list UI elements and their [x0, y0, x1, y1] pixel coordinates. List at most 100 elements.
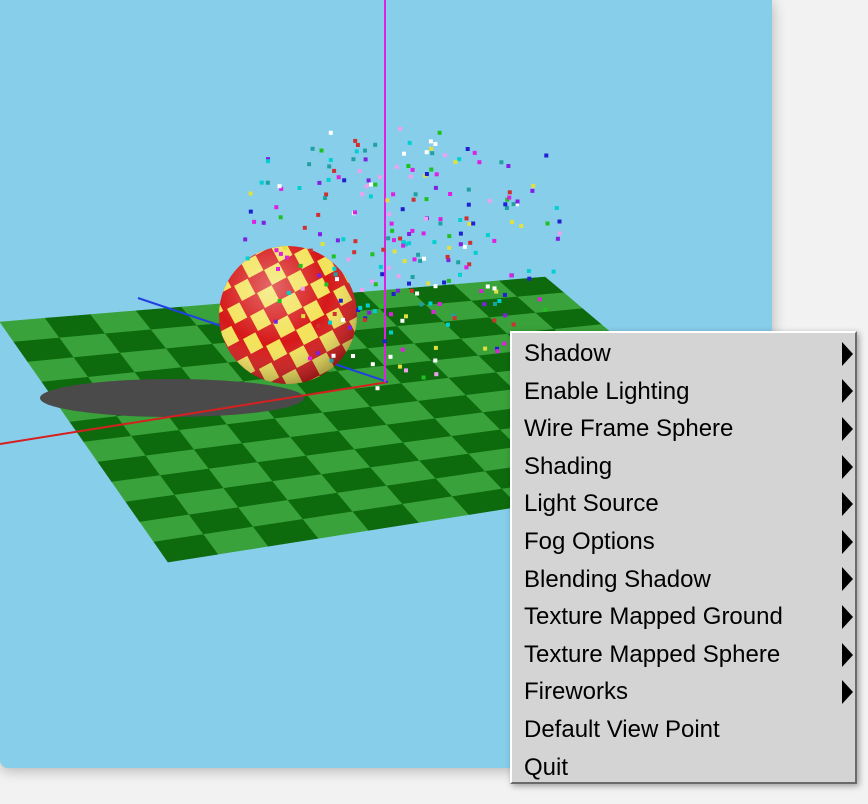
- firework-particle: [315, 351, 320, 356]
- firework-particle: [357, 169, 362, 174]
- firework-particle: [329, 358, 334, 363]
- firework-particle: [380, 272, 385, 277]
- menu-item-label: Shadow: [524, 340, 611, 367]
- firework-particle: [341, 237, 346, 242]
- firework-particle: [387, 212, 392, 217]
- menu-item-shadow[interactable]: Shadow: [512, 335, 855, 373]
- firework-particle: [274, 205, 279, 210]
- firework-particle: [483, 346, 488, 351]
- menu-item-label: Quit: [524, 753, 569, 781]
- firework-particle: [286, 290, 291, 295]
- firework-particle: [351, 354, 355, 358]
- firework-particle: [531, 183, 536, 188]
- firework-particle: [507, 195, 512, 200]
- firework-particle: [353, 210, 357, 215]
- firework-particle: [277, 184, 282, 189]
- menu-item-blending-shadow[interactable]: Blending Shadow: [512, 561, 855, 599]
- firework-particle: [411, 197, 416, 202]
- screen: Shadow Enable Lighting Wire Frame Sphere Sh…: [0, 0, 868, 804]
- menu-item-light-source[interactable]: Light Source: [512, 485, 855, 523]
- firework-particle: [434, 372, 439, 377]
- firework-particle: [398, 364, 402, 369]
- sphere-checker-cell: [219, 248, 240, 271]
- firework-particle: [274, 248, 279, 253]
- firework-particle: [421, 231, 426, 236]
- firework-particle: [388, 354, 393, 359]
- firework-particle: [426, 281, 431, 286]
- firework-particle: [492, 286, 497, 291]
- firework-particle: [511, 202, 516, 207]
- firework-particle: [458, 272, 462, 277]
- firework-particle: [365, 303, 370, 308]
- firework-particle: [398, 126, 403, 131]
- firework-particle: [445, 322, 450, 327]
- firework-particle: [447, 234, 452, 239]
- firework-particle: [458, 218, 463, 222]
- firework-particle: [407, 281, 411, 286]
- firework-particle: [364, 184, 369, 189]
- firework-particle: [391, 192, 396, 197]
- firework-particle: [428, 139, 433, 144]
- firework-particle: [261, 220, 266, 225]
- firework-particle: [341, 317, 345, 322]
- menu-item-label: Default View Point: [524, 715, 720, 743]
- firework-particle: [477, 160, 482, 165]
- firework-particle: [245, 256, 250, 261]
- firework-particle: [332, 312, 337, 316]
- menu-item-default-view-point[interactable]: Default View Point: [512, 711, 855, 749]
- firework-particle: [331, 353, 336, 358]
- firework-particle: [335, 277, 339, 282]
- submenu-arrow-icon: [842, 492, 853, 517]
- firework-particle: [437, 130, 442, 135]
- firework-particle: [465, 147, 470, 151]
- menu-item-wire-frame-sphere[interactable]: Wire Frame Sphere: [512, 410, 855, 448]
- menu-item-shading[interactable]: Shading: [512, 448, 855, 486]
- sphere-checker-cell: [225, 246, 248, 248]
- firework-particle: [429, 146, 434, 151]
- menu-item-quit[interactable]: Quit: [512, 749, 855, 787]
- firework-particle: [510, 220, 514, 225]
- sphere-checker-cell: [324, 246, 343, 254]
- firework-particle: [456, 260, 461, 265]
- submenu-arrow-icon: [842, 416, 853, 441]
- sphere-checker-cell: [285, 195, 304, 216]
- firework-particle: [360, 288, 364, 292]
- firework-particle: [363, 157, 368, 162]
- firework-particle: [389, 221, 394, 226]
- firework-particle: [471, 221, 476, 226]
- menu-item-texture-mapped-sphere[interactable]: Texture Mapped Sphere: [512, 636, 855, 674]
- firework-particle: [458, 231, 463, 236]
- menu-item-fireworks[interactable]: Fireworks: [512, 673, 855, 711]
- firework-particle: [389, 312, 393, 317]
- firework-particle: [367, 310, 372, 315]
- sphere-checker-cell: [165, 259, 183, 279]
- firework-particle: [519, 224, 524, 228]
- firework-particle: [396, 274, 401, 279]
- menu-item-enable-lighting[interactable]: Enable Lighting: [512, 373, 855, 411]
- firework-particle: [442, 153, 447, 158]
- firework-particle: [467, 222, 472, 226]
- menu-item-fog-options[interactable]: Fog Options: [512, 523, 855, 561]
- firework-particle: [373, 282, 378, 287]
- firework-particle: [324, 282, 329, 287]
- firework-particle: [497, 299, 502, 303]
- firework-particle: [328, 158, 333, 162]
- firework-particle: [323, 196, 327, 200]
- firework-particle: [431, 310, 436, 314]
- firework-particle: [457, 157, 462, 162]
- firework-particle: [410, 275, 415, 279]
- firework-particle: [400, 207, 405, 212]
- firework-particle: [482, 302, 487, 307]
- firework-particle: [302, 225, 307, 230]
- firework-particle: [415, 291, 420, 296]
- submenu-arrow-icon: [842, 454, 853, 479]
- firework-particle: [277, 299, 282, 303]
- firework-particle: [300, 286, 305, 291]
- menu-item-texture-mapped-ground[interactable]: Texture Mapped Ground: [512, 598, 855, 636]
- firework-particle: [442, 280, 447, 285]
- firework-particle: [331, 254, 336, 259]
- firework-particle: [318, 232, 322, 237]
- firework-particle: [297, 186, 302, 190]
- firework-particle: [452, 316, 457, 321]
- firework-particle: [375, 386, 380, 391]
